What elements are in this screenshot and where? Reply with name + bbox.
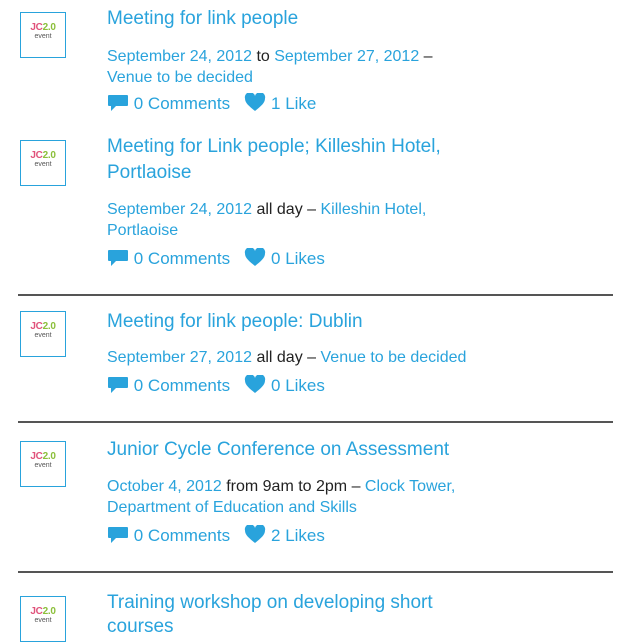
date-connector: all day [252,201,303,218]
event-social: 0 Comments 0 Likes [107,374,325,397]
jc-logo: JC2.0 [30,150,56,161]
event-divider [18,421,613,423]
time-range: from 9am to 2pm [221,478,348,495]
venue-link-cont[interactable]: Portlaoise [107,222,178,239]
event-thumbnail[interactable]: JC2.0 event [20,596,66,642]
jc-logo: JC2.0 [30,22,56,33]
comment-bubble-icon[interactable] [107,526,129,544]
dash: – [419,48,433,65]
venue-link[interactable]: Venue to be decided [321,349,467,366]
start-date-link[interactable]: September 24, 2012 [107,48,252,65]
event-title-link[interactable]: Junior Cycle Conference on Assessment [107,437,449,463]
event-thumbnail[interactable]: JC2.0 event [20,311,66,357]
event-thumbnail[interactable]: JC2.0 event [20,12,66,58]
comments-count[interactable]: 0 Comments [134,376,230,395]
heart-icon[interactable] [244,247,266,267]
event-venue-line: Venue to be decided [107,67,253,88]
likes-count[interactable]: 1 Like [271,94,316,113]
dash: – [347,478,365,495]
event-divider [18,571,613,573]
jc-logo: JC2.0 [30,606,56,617]
venue-link[interactable]: Clock Tower, [365,478,455,495]
event-label: event [34,462,52,469]
likes-count[interactable]: 0 Likes [271,249,325,268]
event-social: 0 Comments 0 Likes [107,247,325,270]
event-date-line: September 24, 2012 to September 27, 2012… [107,46,433,67]
event-venue-line: Portlaoise [107,220,178,241]
event-title-link[interactable]: Meeting for link people [107,6,298,32]
event-social: 0 Comments 1 Like [107,92,316,115]
event-thumbnail[interactable]: JC2.0 event [20,140,66,186]
comments-count[interactable]: 0 Comments [134,526,230,545]
start-date-link[interactable]: September 24, 2012 [107,201,252,218]
dash: – [302,349,321,366]
venue-link-cont[interactable]: Department of Education and Skills [107,499,357,516]
event-thumbnail[interactable]: JC2.0 event [20,441,66,487]
jc-logo: JC2.0 [30,451,56,462]
venue-link[interactable]: Venue to be decided [107,69,253,86]
venue-link[interactable]: Killeshin Hotel, [321,201,427,218]
event-divider [18,294,613,296]
event-social: 0 Comments 2 Likes [107,524,325,547]
event-title-link-cont[interactable]: Portlaoise [107,160,192,186]
event-title-link[interactable]: Training workshop on developing short [107,590,433,616]
heart-icon[interactable] [244,374,266,394]
date-connector: to [252,48,275,65]
event-date-line: September 27, 2012 all day – Venue to be… [107,347,466,368]
event-label: event [34,617,52,624]
event-label: event [34,161,52,168]
jc-logo: JC2.0 [30,321,56,332]
likes-count[interactable]: 0 Likes [271,376,325,395]
event-title-link[interactable]: Meeting for Link people; Killeshin Hotel… [107,134,441,160]
event-label: event [34,332,52,339]
dash: – [302,201,321,218]
comment-bubble-icon[interactable] [107,94,129,112]
start-date-link[interactable]: September 27, 2012 [107,349,252,366]
event-label: event [34,33,52,40]
likes-count[interactable]: 2 Likes [271,526,325,545]
comment-bubble-icon[interactable] [107,376,129,394]
event-title-link-cont[interactable]: courses [107,614,174,640]
heart-icon[interactable] [244,524,266,544]
comment-bubble-icon[interactable] [107,249,129,267]
event-venue-line: Department of Education and Skills [107,497,357,518]
start-date-link[interactable]: October 4, 2012 [107,478,222,495]
event-date-line: September 24, 2012 all day – Killeshin H… [107,199,426,220]
event-title-link[interactable]: Meeting for link people: Dublin [107,309,363,335]
heart-icon[interactable] [244,92,266,112]
event-date-line: October 4, 2012 from 9am to 2pm – Clock … [107,476,455,497]
comments-count[interactable]: 0 Comments [134,249,230,268]
end-date-link[interactable]: September 27, 2012 [274,48,419,65]
date-connector: all day [252,349,303,366]
comments-count[interactable]: 0 Comments [134,94,230,113]
